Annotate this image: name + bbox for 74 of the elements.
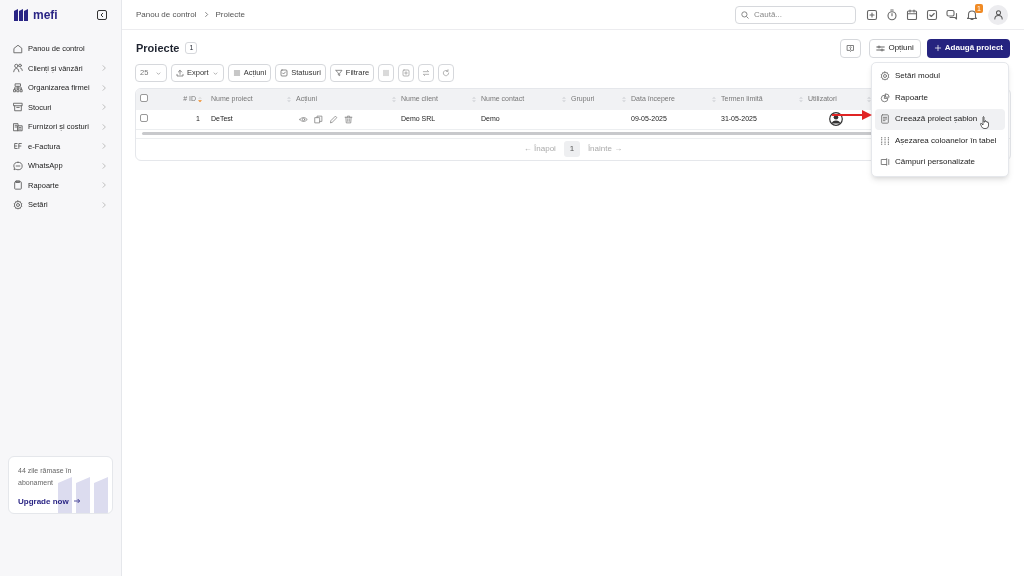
copy-icon[interactable]: [314, 114, 323, 124]
checkbox-icon[interactable]: [926, 8, 938, 21]
upload-icon: [176, 69, 184, 77]
toolbar-icon-button[interactable]: [418, 64, 435, 82]
home-icon: [13, 43, 23, 54]
swap-arrows-icon: [422, 69, 431, 77]
refresh-icon: [442, 69, 451, 77]
toolbar-icon-button[interactable]: [398, 64, 415, 82]
view-icon[interactable]: [299, 114, 308, 124]
plus-square-icon: [402, 69, 411, 77]
row-checkbox[interactable]: [140, 113, 148, 122]
filter-icon: [334, 69, 343, 77]
pointer-arrow: [832, 110, 872, 120]
caret-down-icon: [211, 69, 219, 77]
document-icon: [880, 114, 890, 125]
chevron-right-icon: [100, 181, 108, 190]
sliders-icon: [876, 43, 886, 53]
checkbox-icon: [280, 69, 289, 77]
pie-chart-icon: [880, 92, 890, 103]
stopwatch-icon[interactable]: [886, 8, 898, 21]
logo-icon: [14, 9, 29, 21]
brand-name: mefi: [33, 7, 58, 24]
page-button[interactable]: 1: [563, 141, 580, 157]
clipboard-icon: [13, 180, 23, 191]
chevron-right-icon: [100, 142, 108, 151]
users-icon: [13, 63, 23, 74]
menu-item[interactable]: Așezarea coloanelor în tabel: [875, 130, 1005, 151]
calendar-icon[interactable]: [906, 8, 918, 21]
ef-icon: [13, 141, 23, 152]
chat-bubble-icon: [13, 160, 23, 171]
caret-down-icon: [155, 69, 162, 77]
chevron-right-icon: [100, 200, 108, 209]
toolbar-icon-button[interactable]: [438, 64, 455, 82]
help-icon: [846, 43, 856, 53]
plus-square-icon[interactable]: [866, 8, 878, 21]
page-title: Proiecte: [136, 40, 180, 56]
chevron-right-icon: [100, 161, 108, 170]
columns-icon: [382, 69, 391, 77]
plus-icon: [933, 44, 942, 52]
archive-box-icon: [13, 102, 23, 113]
upgrade-link[interactable]: Upgrade now: [18, 496, 103, 508]
avatar[interactable]: [988, 4, 1008, 25]
breadcrumb-link[interactable]: Proiecte: [215, 8, 245, 21]
chevron-right-icon: [100, 83, 108, 92]
arrow-right-icon: [72, 497, 81, 505]
hand-cursor-icon: [980, 116, 989, 129]
input-field-icon: [880, 157, 890, 168]
help-button[interactable]: [840, 38, 862, 58]
menu-item[interactable]: Creează proiect șablon: [875, 109, 1005, 130]
search-field[interactable]: Caută...: [735, 5, 856, 24]
search-icon: [741, 10, 749, 19]
chevron-right-icon: [100, 103, 108, 112]
bell-icon[interactable]: [966, 8, 978, 21]
add-project-button[interactable]: Adaugă proiect: [926, 38, 1010, 58]
toolbar-icon-button[interactable]: [378, 64, 395, 82]
menu-item[interactable]: Rapoarte: [875, 87, 1005, 108]
dot-grid-icon: [880, 135, 890, 146]
menu-item[interactable]: Câmpuri personalizate: [875, 152, 1005, 173]
delete-icon[interactable]: [344, 114, 353, 124]
settings-icon: [13, 199, 23, 210]
settings-icon: [880, 71, 890, 82]
breadcrumb-separator-icon: [202, 11, 210, 18]
breadcrumb-link[interactable]: Panou de control: [136, 8, 197, 21]
options-button[interactable]: Opțiuni: [869, 38, 921, 58]
list-icon: [232, 69, 241, 77]
chat-bubbles-icon[interactable]: [946, 8, 958, 21]
edit-icon[interactable]: [329, 114, 338, 124]
collapse-sidebar-icon[interactable]: [97, 10, 107, 20]
menu-item[interactable]: Setări modul: [875, 66, 1005, 87]
chevron-right-icon: [100, 64, 108, 73]
buildings-icon: [13, 121, 23, 132]
select-all-checkbox[interactable]: [140, 93, 148, 102]
hierarchy-icon: [13, 82, 23, 93]
chevron-right-icon: [100, 122, 108, 131]
